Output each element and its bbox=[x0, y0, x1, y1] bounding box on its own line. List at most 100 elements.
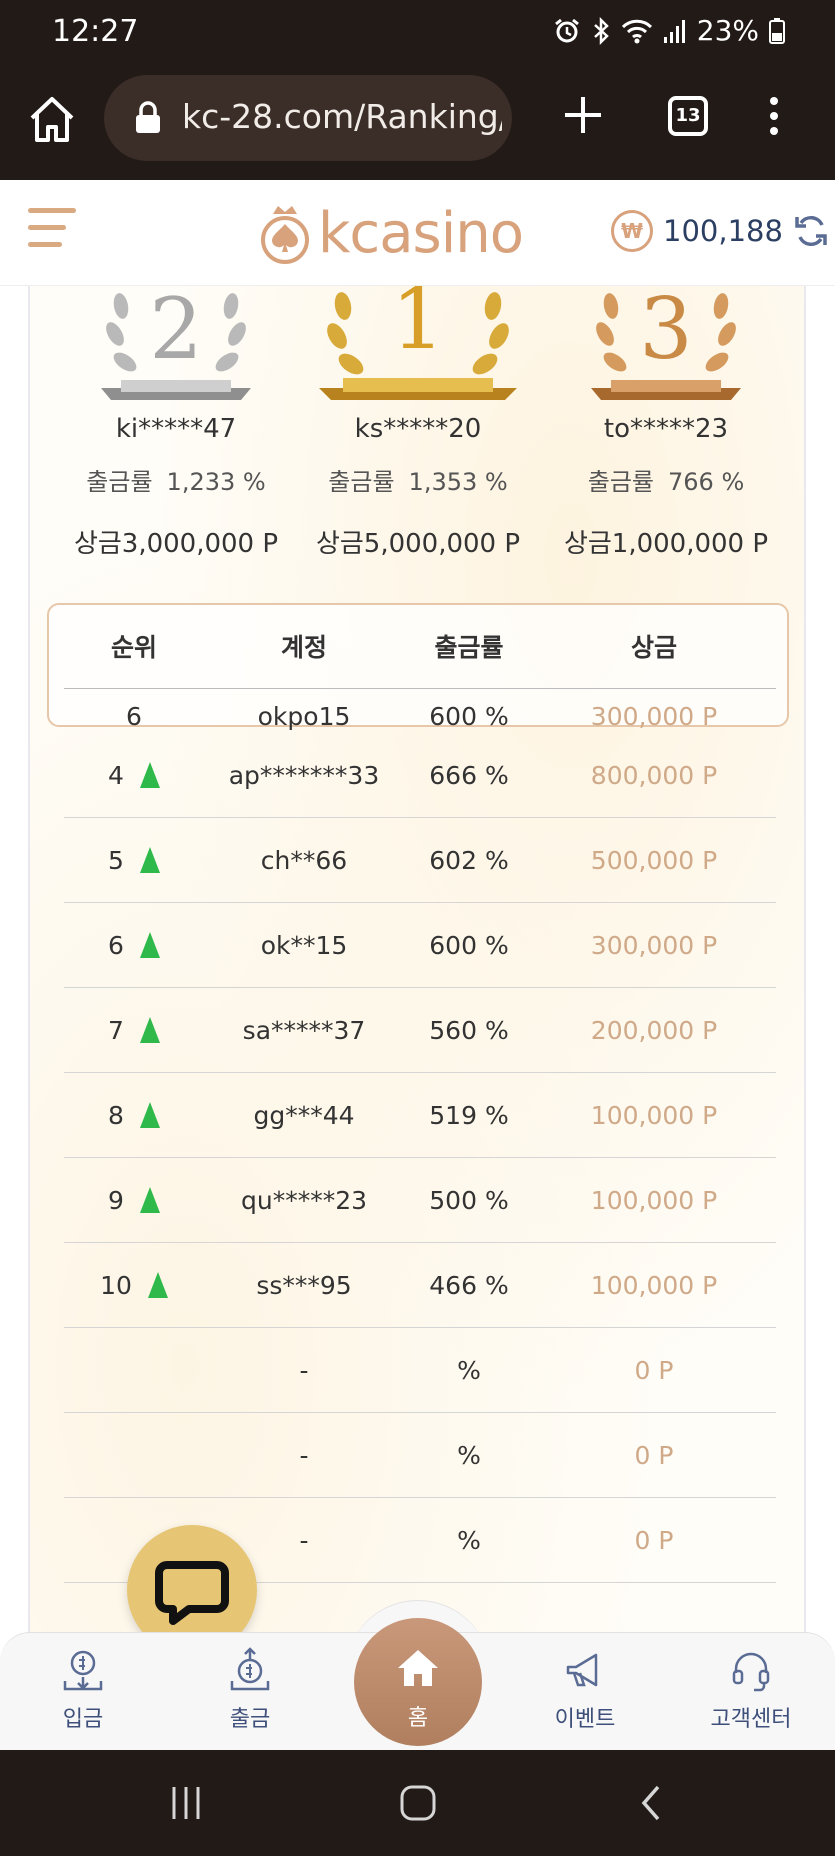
row-rate: % bbox=[457, 1440, 481, 1470]
row-rate: 500 % bbox=[429, 1185, 509, 1215]
back-icon[interactable] bbox=[632, 1783, 672, 1823]
rank-up-icon bbox=[139, 932, 160, 958]
podium-rate: 출금률 766 % bbox=[587, 468, 745, 496]
table-row: 7 sa*****37 560 % 200,000 P bbox=[64, 988, 776, 1073]
row-rank: 7 bbox=[84, 988, 184, 1072]
row-prize: 0 P bbox=[634, 1440, 674, 1470]
row-account: gg***44 bbox=[253, 1100, 355, 1130]
lock-icon bbox=[136, 101, 160, 133]
megaphone-icon bbox=[566, 1653, 598, 1687]
status-time: 12:27 bbox=[52, 14, 139, 49]
won-coin-icon: ₩ bbox=[611, 210, 653, 252]
nav-withdraw-label: 출금 bbox=[229, 1707, 271, 1732]
status-icons: 23% bbox=[553, 14, 785, 47]
table-row: 5 ch**66 602 % 500,000 P bbox=[64, 818, 776, 903]
podium-second: 2 ki*****47 출금률 1,233 % 상금3,000,000 P bbox=[51, 286, 301, 560]
row-prize: 800,000 P bbox=[590, 760, 718, 790]
browser-toolbar: kc-28.com/Ranking/ 13 bbox=[0, 66, 835, 180]
podium-prize: 상금5,000,000 P bbox=[315, 529, 521, 559]
home-icon bbox=[398, 1650, 438, 1686]
row-rank: 10 bbox=[84, 1243, 184, 1327]
row-rank bbox=[84, 1413, 184, 1497]
hamburger-menu-icon[interactable] bbox=[28, 208, 76, 256]
row-account: ok**15 bbox=[260, 930, 348, 960]
address-bar[interactable]: kc-28.com/Ranking/ bbox=[104, 75, 512, 161]
podium-first: 1 ks*****20 출금률 1,353 % 상금5,000,000 P bbox=[293, 286, 543, 560]
table-row: - % 0 P bbox=[64, 1328, 776, 1413]
podium-number: 1 bbox=[391, 286, 444, 368]
row-rate: 560 % bbox=[429, 1015, 509, 1045]
system-home-icon[interactable] bbox=[398, 1783, 438, 1823]
row-account: qu*****23 bbox=[240, 1185, 368, 1215]
row-rank: 8 bbox=[84, 1073, 184, 1157]
row-prize: 500,000 P bbox=[590, 845, 718, 875]
nav-event-label: 이벤트 bbox=[554, 1707, 616, 1732]
row-prize: 0 P bbox=[634, 1355, 674, 1385]
nav-home[interactable]: 홈 bbox=[354, 1618, 482, 1746]
silver-laurel-icon: 2 bbox=[101, 286, 251, 400]
row-rank: 5 bbox=[84, 818, 184, 902]
row-rate: 519 % bbox=[429, 1100, 509, 1130]
podium-name: ki*****47 bbox=[115, 414, 237, 444]
signal-icon bbox=[663, 19, 685, 43]
col-prize: 상금 bbox=[630, 633, 677, 662]
podium-prize: 상금3,000,000 P bbox=[73, 529, 279, 559]
nav-event[interactable]: 이벤트 bbox=[520, 1647, 650, 1733]
rank-up-icon bbox=[139, 1102, 160, 1128]
row-account: ch**66 bbox=[260, 845, 348, 875]
row-prize: 200,000 P bbox=[590, 1015, 718, 1045]
row-rate: 466 % bbox=[429, 1270, 509, 1300]
withdraw-icon bbox=[230, 1647, 270, 1691]
table-row: 8 gg***44 519 % 100,000 P bbox=[64, 1073, 776, 1158]
row-rank: 6 bbox=[84, 903, 184, 987]
new-tab-icon[interactable] bbox=[562, 94, 604, 136]
status-bar: 12:27 23% bbox=[0, 0, 835, 66]
row-account: - bbox=[299, 1440, 309, 1470]
table-row: 4 ap*******33 666 % 800,000 P bbox=[64, 733, 776, 818]
bronze-laurel-icon: 3 bbox=[591, 286, 741, 400]
headset-icon bbox=[732, 1652, 770, 1692]
row-prize: 0 P bbox=[634, 1525, 674, 1555]
table-row: 6 ok**15 600 % 300,000 P bbox=[64, 903, 776, 988]
row-rate: 666 % bbox=[429, 760, 509, 790]
balance-display: ₩ 100,188 bbox=[611, 210, 829, 252]
row-account: ss***95 bbox=[256, 1270, 352, 1300]
bluetooth-icon bbox=[593, 16, 609, 45]
more-options-icon[interactable] bbox=[768, 96, 780, 136]
row-account: ap*******33 bbox=[228, 760, 380, 790]
nav-deposit[interactable]: 입금 bbox=[18, 1647, 148, 1733]
rank-up-icon bbox=[139, 1187, 160, 1213]
table-row: - % 0 P bbox=[64, 1413, 776, 1498]
nav-home-label: 홈 bbox=[407, 1706, 429, 1731]
nav-deposit-label: 입금 bbox=[62, 1707, 104, 1732]
row-rate: % bbox=[457, 1525, 481, 1555]
kcasino-logo[interactable]: kcasino bbox=[256, 198, 524, 268]
nav-withdraw[interactable]: 출금 bbox=[185, 1647, 315, 1733]
battery-percent: 23% bbox=[696, 14, 759, 47]
site-header: kcasino ₩ 100,188 bbox=[0, 180, 835, 286]
row-rank bbox=[84, 1328, 184, 1412]
row-rank: 9 bbox=[84, 1158, 184, 1242]
rank-up-icon bbox=[139, 1017, 160, 1043]
recent-apps-icon[interactable] bbox=[166, 1783, 206, 1823]
row-prize: 100,000 P bbox=[590, 1185, 718, 1215]
row-prize: 300,000 P bbox=[590, 930, 718, 960]
tab-switcher-button[interactable]: 13 bbox=[668, 96, 708, 136]
nav-support[interactable]: 고객센터 bbox=[686, 1647, 816, 1733]
podium-rate: 출금률 1,353 % bbox=[328, 468, 508, 496]
rank-up-icon bbox=[139, 847, 160, 873]
row-prize: 100,000 P bbox=[590, 1270, 718, 1300]
table-row: 10 ss***95 466 % 100,000 P bbox=[64, 1243, 776, 1328]
refresh-icon[interactable] bbox=[793, 213, 829, 249]
spade-crown-icon bbox=[261, 206, 309, 264]
podium-prize: 상금1,000,000 P bbox=[563, 529, 769, 559]
browser-home-icon[interactable] bbox=[28, 94, 76, 144]
row-rank: 4 bbox=[84, 733, 184, 817]
row-account: sa*****37 bbox=[242, 1015, 366, 1045]
col-rank: 순위 bbox=[110, 633, 157, 662]
podium-third: 3 to*****23 출금률 766 % 상금1,000,000 P bbox=[541, 286, 791, 560]
balance-amount: 100,188 bbox=[663, 214, 783, 248]
podium-rate: 출금률 1,233 % bbox=[86, 468, 266, 496]
ranking-content: 2 ki*****47 출금률 1,233 % 상금3,000,000 P 1 k… bbox=[28, 286, 806, 1636]
rank-up-icon bbox=[147, 1272, 168, 1298]
